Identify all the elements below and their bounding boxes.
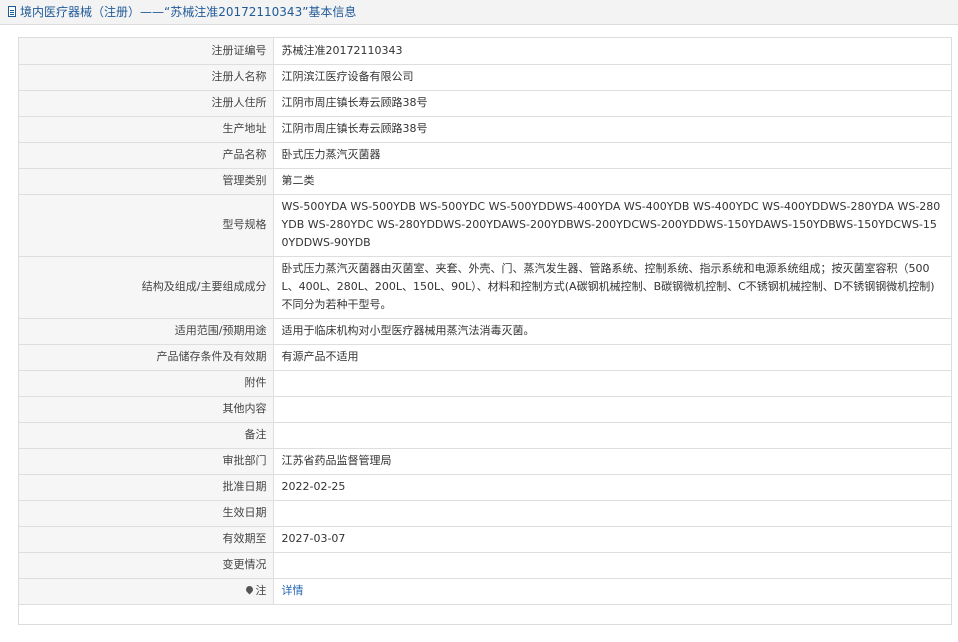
- row-value: 有源产品不适用: [272, 343, 951, 371]
- table-row: 结构及组成/主要组成成分 卧式压力蒸汽灭菌器由灭菌室、夹套、外壳、门、蒸汽发生器…: [19, 255, 951, 319]
- row-value: 卧式压力蒸汽灭菌器: [272, 141, 951, 169]
- row-value: 江阴市周庄镇长寿云顾路38号: [272, 115, 951, 143]
- row-value: 江阴市周庄镇长寿云顾路38号: [272, 89, 951, 117]
- location-pin-icon: [244, 584, 254, 595]
- table-row: 注册人名称 江阴滨江医疗设备有限公司: [19, 63, 951, 91]
- details-cell: 详情: [272, 577, 951, 605]
- document-icon: [8, 6, 16, 17]
- row-value: [272, 395, 951, 423]
- row-value: 2022-02-25: [272, 473, 951, 501]
- row-label: 生产地址: [19, 115, 274, 143]
- row-label: 结构及组成/主要组成成分: [19, 255, 274, 319]
- row-value: 卧式压力蒸汽灭菌器由灭菌室、夹套、外壳、门、蒸汽发生器、管路系统、控制系统、指示…: [272, 255, 951, 319]
- table-row: 其他内容: [19, 395, 951, 423]
- row-value: [272, 421, 951, 449]
- row-value: 2027-03-07: [272, 525, 951, 553]
- page-title: 境内医疗器械（注册）——“苏械注准20172110343”基本信息: [20, 5, 357, 19]
- row-label: 产品名称: [19, 141, 274, 169]
- title-bar: 境内医疗器械（注册）——“苏械注准20172110343”基本信息: [0, 0, 958, 25]
- row-value: [272, 551, 951, 579]
- table-row: 生产地址 江阴市周庄镇长寿云顾路38号: [19, 115, 951, 143]
- table-row: 型号规格 WS-500YDA WS-500YDB WS-500YDC WS-50…: [19, 193, 951, 257]
- table-row: 注 详情: [19, 577, 951, 605]
- table-row: 生效日期: [19, 499, 951, 527]
- details-link[interactable]: 详情: [282, 584, 304, 597]
- row-value: [272, 499, 951, 527]
- row-value: WS-500YDA WS-500YDB WS-500YDC WS-500YDDW…: [272, 193, 951, 257]
- table-row: 产品储存条件及有效期 有源产品不适用: [19, 343, 951, 371]
- table-row: 有效期至 2027-03-07: [19, 525, 951, 553]
- table-row: 批准日期 2022-02-25: [19, 473, 951, 501]
- row-value: 适用于临床机构对小型医疗器械用蒸汽法消毒灭菌。: [272, 317, 951, 345]
- row-value: 第二类: [272, 167, 951, 195]
- row-label: 其他内容: [19, 395, 274, 423]
- table-row: 产品名称 卧式压力蒸汽灭菌器: [19, 141, 951, 169]
- row-value: [272, 369, 951, 397]
- row-label: 批准日期: [19, 473, 274, 501]
- info-table: 注册证编号 苏械注准20172110343 注册人名称 江阴滨江医疗设备有限公司…: [19, 38, 951, 605]
- table-row: 注册证编号 苏械注准20172110343: [19, 38, 951, 65]
- row-label: 有效期至: [19, 525, 274, 553]
- row-label: 型号规格: [19, 193, 274, 257]
- row-label: 注册证编号: [19, 38, 274, 65]
- row-label: 管理类别: [19, 167, 274, 195]
- table-row: 注册人住所 江阴市周庄镇长寿云顾路38号: [19, 89, 951, 117]
- table-row: 审批部门 江苏省药品监督管理局: [19, 447, 951, 475]
- row-label: 注: [255, 584, 267, 597]
- table-row: 变更情况: [19, 551, 951, 579]
- row-value: 苏械注准20172110343: [272, 38, 951, 65]
- table-row: 备注: [19, 421, 951, 449]
- row-label: 适用范围/预期用途: [19, 317, 274, 345]
- row-label: 变更情况: [19, 551, 274, 579]
- row-label: 生效日期: [19, 499, 274, 527]
- table-row: 适用范围/预期用途 适用于临床机构对小型医疗器械用蒸汽法消毒灭菌。: [19, 317, 951, 345]
- row-label: 审批部门: [19, 447, 274, 475]
- info-panel: 注册证编号 苏械注准20172110343 注册人名称 江阴滨江医疗设备有限公司…: [18, 37, 952, 625]
- note-label-cell: 注: [19, 577, 274, 605]
- table-row: 附件: [19, 369, 951, 397]
- row-label: 附件: [19, 369, 274, 397]
- row-label: 注册人名称: [19, 63, 274, 91]
- row-label: 备注: [19, 421, 274, 449]
- row-value: 江阴滨江医疗设备有限公司: [272, 63, 951, 91]
- row-label: 注册人住所: [19, 89, 274, 117]
- table-row: 管理类别 第二类: [19, 167, 951, 195]
- row-label: 产品储存条件及有效期: [19, 343, 274, 371]
- row-value: 江苏省药品监督管理局: [272, 447, 951, 475]
